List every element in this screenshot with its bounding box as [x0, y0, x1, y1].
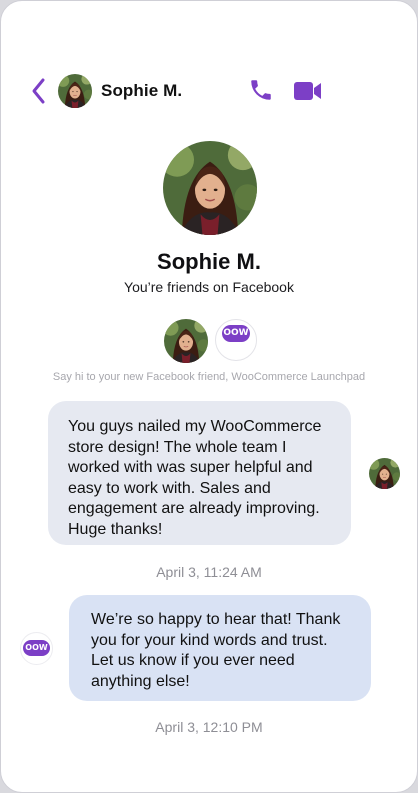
brand-logo: OOW	[222, 325, 250, 342]
friends-status: You’re friends on Facebook	[124, 279, 294, 295]
message-timestamp: April 3, 11:24 AM	[156, 564, 262, 580]
brand-avatar: OOW	[215, 319, 257, 361]
sender-avatar	[369, 458, 400, 489]
brand-sender-avatar: OOW	[20, 632, 53, 665]
phone-icon	[251, 80, 271, 100]
back-icon	[32, 78, 45, 104]
friend-avatar	[164, 319, 208, 363]
chat-screen: Sophie M. Sophie M. You’re friends on Fa…	[0, 0, 418, 793]
call-button[interactable]	[248, 77, 274, 103]
profile-avatar[interactable]	[163, 141, 257, 235]
back-button[interactable]	[29, 77, 49, 105]
intro-hint: Say hi to your new Facebook friend, WooC…	[52, 371, 366, 383]
message-outgoing[interactable]: We’re so happy to hear that! Thank you f…	[69, 595, 371, 701]
contact-name[interactable]: Sophie M.	[101, 81, 182, 101]
brand-logo: OOW	[23, 640, 50, 656]
chat-header: Sophie M.	[1, 71, 417, 111]
video-call-button[interactable]	[293, 80, 323, 102]
message-incoming[interactable]: You guys nailed my WooCommerce store des…	[48, 401, 351, 545]
video-icon	[294, 82, 321, 100]
profile-name: Sophie M.	[157, 249, 261, 274]
avatar[interactable]	[58, 74, 92, 108]
message-timestamp: April 3, 12:10 PM	[155, 719, 263, 735]
